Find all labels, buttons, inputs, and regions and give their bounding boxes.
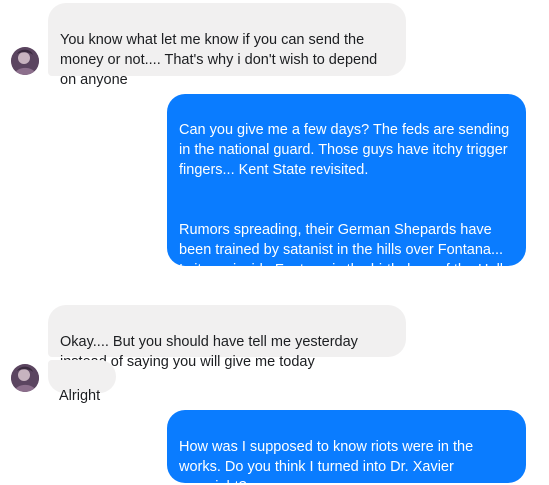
- message-bubble-outgoing[interactable]: Can you give me a few days? The feds are…: [167, 94, 526, 298]
- message-bubble-outgoing[interactable]: How was I supposed to know riots were in…: [167, 410, 526, 485]
- message-text: Alright: [59, 388, 101, 404]
- message-text: Can you give me a few days? The feds are…: [179, 122, 510, 178]
- chat-thread: You know what let me know if you can sen…: [0, 0, 549, 485]
- message-text: Rumors spreading, their German Shepards …: [179, 222, 511, 298]
- message-text: How was I supposed to know riots were in…: [179, 439, 474, 485]
- message-bubble-incoming[interactable]: You know what let me know if you can sen…: [48, 3, 406, 88]
- avatar-photo-icon: [11, 364, 39, 392]
- contact-avatar[interactable]: [11, 364, 39, 392]
- contact-avatar[interactable]: [11, 47, 39, 75]
- avatar-photo-icon: [11, 47, 39, 75]
- message-text: You know what let me know if you can sen…: [60, 32, 378, 88]
- message-bubble-incoming[interactable]: Okay.... But you should have tell me yes…: [48, 305, 406, 370]
- message-bubble-incoming[interactable]: Alright: [48, 360, 116, 404]
